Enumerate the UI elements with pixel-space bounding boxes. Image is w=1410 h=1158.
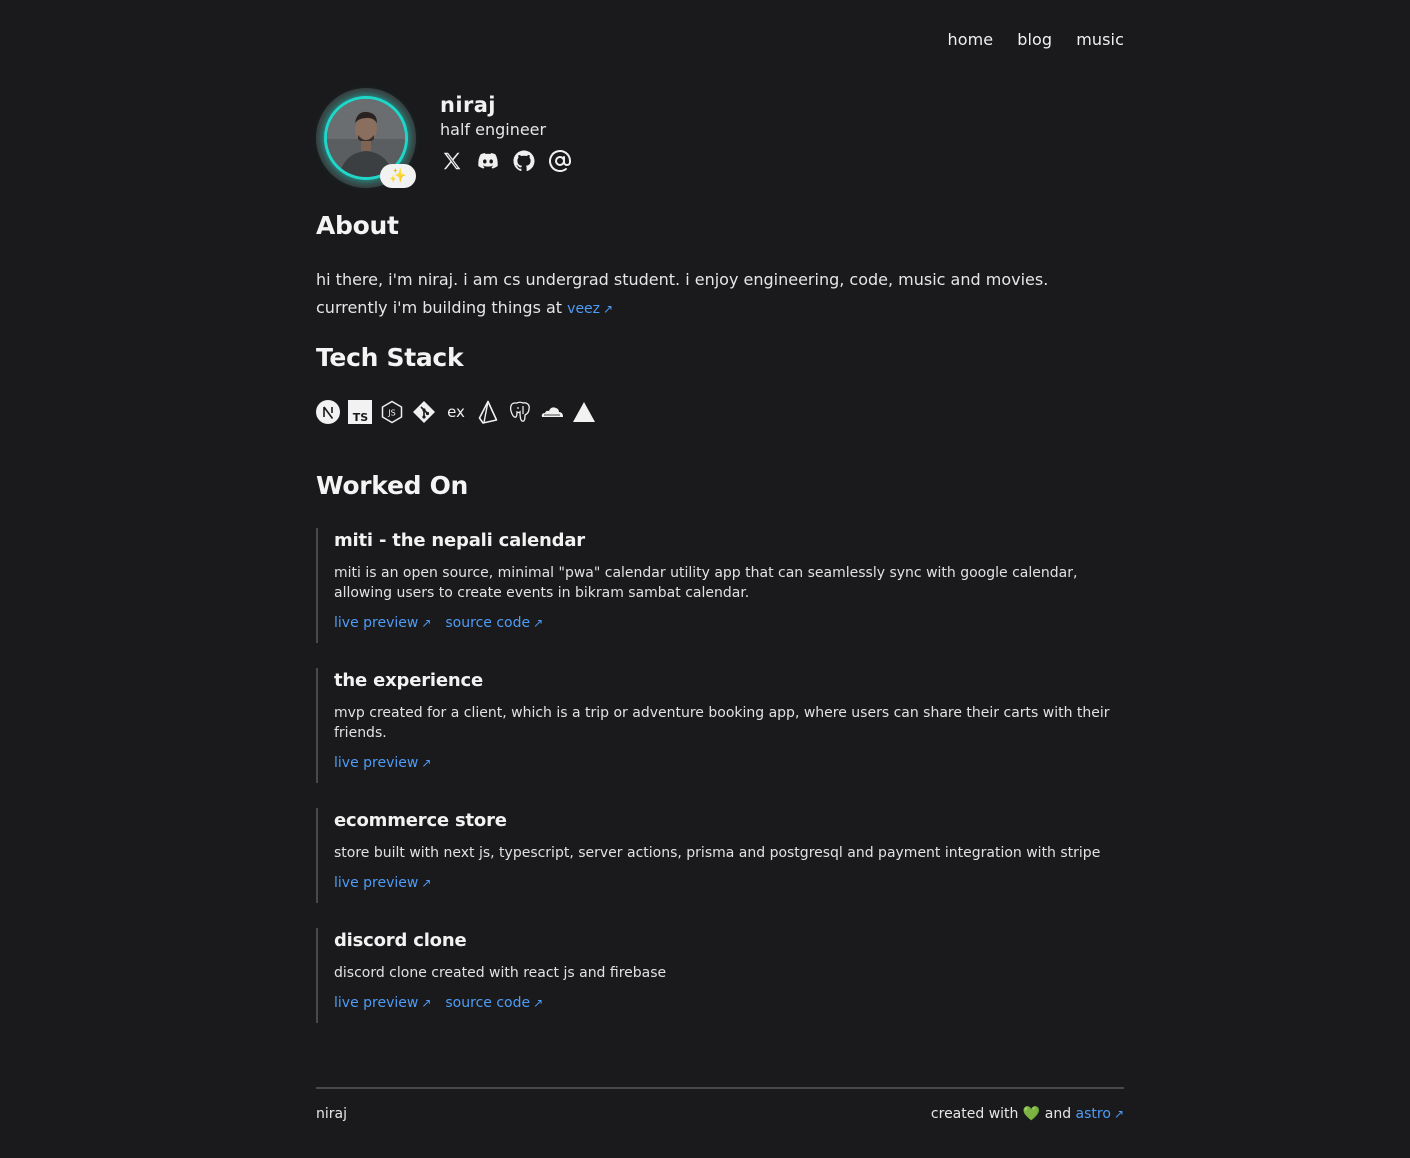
project-description: mvp created for a client, which is a tri…	[334, 705, 1110, 741]
svg-text:TS: TS	[353, 411, 369, 424]
source-code-link[interactable]: source code ↗	[445, 993, 543, 1013]
github-icon[interactable]	[512, 149, 536, 173]
live-preview-label: live preview	[334, 995, 419, 1011]
project-title: miti - the nepali calendar	[334, 530, 585, 551]
project-links: live preview ↗ source code ↗	[334, 613, 1124, 633]
external-arrow-icon: ↗	[421, 876, 432, 890]
project-title: the experience	[334, 670, 483, 691]
footer-divider	[316, 1087, 1124, 1089]
express-icon: ex	[444, 400, 468, 424]
live-preview-link[interactable]: live preview ↗	[334, 993, 431, 1013]
project-description: store built with next js, typescript, se…	[334, 845, 1101, 861]
nextjs-icon	[316, 400, 340, 424]
project-card: ecommerce store store built with next js…	[316, 808, 1124, 903]
heart-icon: 💚	[1022, 1106, 1041, 1122]
live-preview-link[interactable]: live preview ↗	[334, 753, 431, 773]
postgresql-icon	[508, 400, 532, 424]
source-code-label: source code	[445, 995, 531, 1011]
astro-link[interactable]: astro ↗	[1076, 1106, 1124, 1122]
source-code-link[interactable]: source code ↗	[445, 613, 543, 633]
profile-info: niraj half engineer	[440, 88, 572, 188]
live-preview-link[interactable]: live preview ↗	[334, 613, 431, 633]
worked-on-heading: Worked On	[316, 471, 469, 500]
project-card: miti - the nepali calendar miti is an op…	[316, 528, 1124, 643]
veez-link[interactable]: veez ↗	[567, 301, 613, 317]
cloudflare-icon	[540, 400, 564, 424]
external-arrow-icon: ↗	[1113, 1107, 1124, 1121]
external-arrow-icon: ↗	[603, 302, 614, 316]
project-description: discord clone created with react js and …	[334, 965, 667, 981]
external-arrow-icon: ↗	[421, 616, 432, 630]
veez-link-label: veez	[567, 301, 601, 317]
about-line-2: currently i'm building things at veez ↗	[316, 294, 1076, 323]
top-nav: home blog music	[947, 30, 1124, 49]
about-heading: About	[316, 211, 399, 240]
project-card: the experience mvp created for a client,…	[316, 668, 1124, 783]
profile-header: ✨ niraj half engineer	[316, 88, 572, 188]
git-icon	[412, 400, 436, 424]
footer-and: and	[1044, 1106, 1072, 1122]
avatar-badge: ✨	[380, 164, 416, 188]
live-preview-label: live preview	[334, 875, 419, 891]
astro-link-label: astro	[1075, 1106, 1111, 1122]
nav-blog[interactable]: blog	[1017, 30, 1052, 49]
at-icon[interactable]	[548, 149, 572, 173]
external-arrow-icon: ↗	[533, 616, 544, 630]
avatar-wrapper: ✨	[316, 88, 416, 188]
about-text: hi there, i'm niraj. i am cs undergrad s…	[316, 266, 1076, 323]
about-line-1: hi there, i'm niraj. i am cs undergrad s…	[316, 270, 1049, 289]
typescript-icon: TS	[348, 400, 372, 424]
project-card: discord clone discord clone created with…	[316, 928, 1124, 1023]
external-arrow-icon: ↗	[421, 756, 432, 770]
svg-text:ex: ex	[447, 403, 465, 421]
external-arrow-icon: ↗	[533, 996, 544, 1010]
nodejs-icon: JS	[380, 400, 404, 424]
tech-stack-heading: Tech Stack	[316, 343, 464, 372]
x-icon[interactable]	[440, 149, 464, 173]
profile-name: niraj	[440, 93, 496, 117]
live-preview-label: live preview	[334, 755, 419, 771]
external-arrow-icon: ↗	[421, 996, 432, 1010]
footer-credits: created with 💚 and astro ↗	[931, 1106, 1124, 1122]
live-preview-link[interactable]: live preview ↗	[334, 873, 431, 893]
footer-name: niraj	[316, 1106, 347, 1122]
tech-stack-icons: TS JS ex	[316, 400, 596, 424]
profile-role: half engineer	[440, 120, 547, 139]
live-preview-label: live preview	[334, 615, 419, 631]
svg-text:JS: JS	[387, 409, 395, 418]
nav-music[interactable]: music	[1076, 30, 1124, 49]
prisma-icon	[476, 400, 500, 424]
project-title: discord clone	[334, 930, 467, 951]
social-links	[440, 149, 572, 173]
footer-created-with: created with	[930, 1106, 1019, 1122]
project-links: live preview ↗	[334, 753, 1124, 773]
discord-icon[interactable]	[476, 149, 500, 173]
project-description: miti is an open source, minimal "pwa" ca…	[334, 565, 1078, 601]
nav-home[interactable]: home	[947, 30, 993, 49]
about-line-2-text: currently i'm building things at	[316, 298, 563, 317]
project-links: live preview ↗ source code ↗	[334, 993, 1124, 1013]
source-code-label: source code	[445, 615, 531, 631]
project-title: ecommerce store	[334, 810, 507, 831]
project-links: live preview ↗	[334, 873, 1124, 893]
vercel-icon	[572, 400, 596, 424]
